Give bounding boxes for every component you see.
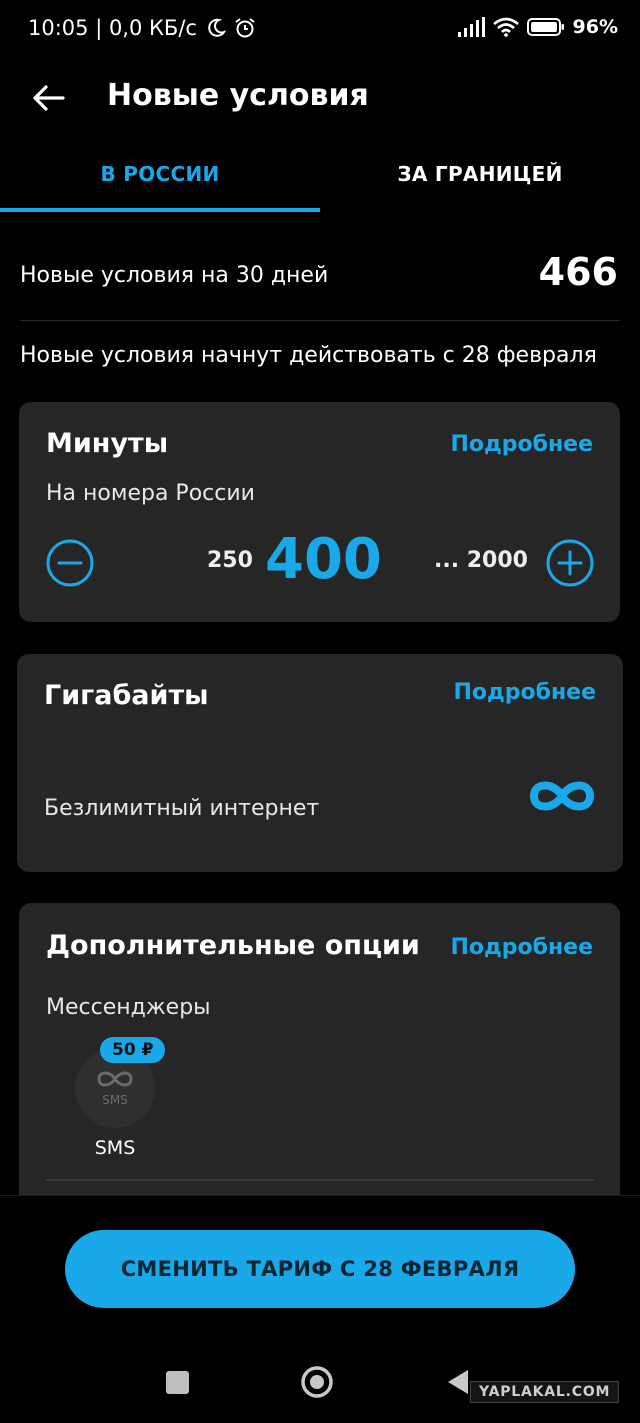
infinity-icon (529, 781, 595, 811)
minutes-subtitle: На номера России (46, 481, 255, 506)
home-button[interactable] (300, 1365, 334, 1399)
divider (20, 320, 620, 321)
gigabytes-title: Гигабайты (44, 680, 209, 711)
change-tariff-button[interactable]: СМЕНИТЬ ТАРИФ С 28 ФЕВРАЛЯ (65, 1230, 575, 1308)
sms-icon-text: SMS (102, 1093, 128, 1107)
start-note: Новые условия начнут действовать с 28 фе… (20, 343, 597, 368)
status-icons: 96% (457, 16, 618, 38)
alarm-icon (235, 18, 255, 38)
change-tariff-label: СМЕНИТЬ ТАРИФ С 28 ФЕВРАЛЯ (120, 1257, 520, 1281)
battery-percent: 96% (572, 16, 618, 38)
options-subtitle: Мессенджеры (46, 995, 211, 1020)
watermark: YAPLAKAL.COM (470, 1381, 620, 1403)
battery-icon (526, 18, 564, 36)
page-title: Новые условия (107, 78, 369, 113)
sms-price-badge: 50 ₽ (100, 1037, 166, 1063)
minutes-min: 250 (207, 548, 253, 573)
gigabytes-subtitle: Безлимитный интернет (44, 796, 320, 821)
minutes-max: ... 2000 (434, 548, 528, 573)
nav-back-button[interactable] (444, 1368, 472, 1396)
minutes-value: 400 (265, 527, 382, 592)
options-divider (46, 1179, 594, 1181)
tab-indicator (0, 208, 320, 212)
minutes-more-link[interactable]: Подробнее (450, 432, 593, 457)
tab-abroad[interactable]: ЗА ГРАНИЦЕЙ (320, 162, 640, 186)
plus-icon[interactable] (546, 539, 594, 587)
options-title: Дополнительные опции (46, 930, 420, 961)
sms-label: SMS (94, 1137, 136, 1159)
recents-button[interactable] (166, 1371, 189, 1394)
status-time-speed: 10:05 | 0,0 КБ/с (28, 16, 197, 40)
gigabytes-more-link[interactable]: Подробнее (453, 680, 596, 705)
tab-russia[interactable]: В РОССИИ (0, 162, 320, 186)
signal-icon (457, 17, 485, 37)
options-more-link[interactable]: Подробнее (450, 935, 593, 960)
period-label: Новые условия на 30 дней (20, 263, 329, 288)
wifi-icon (492, 17, 519, 37)
minutes-title: Минуты (46, 428, 169, 459)
minus-icon[interactable] (46, 539, 94, 587)
back-arrow-icon[interactable] (30, 80, 66, 116)
sms-infinity-icon (97, 1071, 133, 1087)
status-time: 10:05 | 0,0 КБ/с (28, 16, 256, 40)
moon-icon (207, 18, 227, 37)
price-value: 466 (538, 250, 618, 294)
